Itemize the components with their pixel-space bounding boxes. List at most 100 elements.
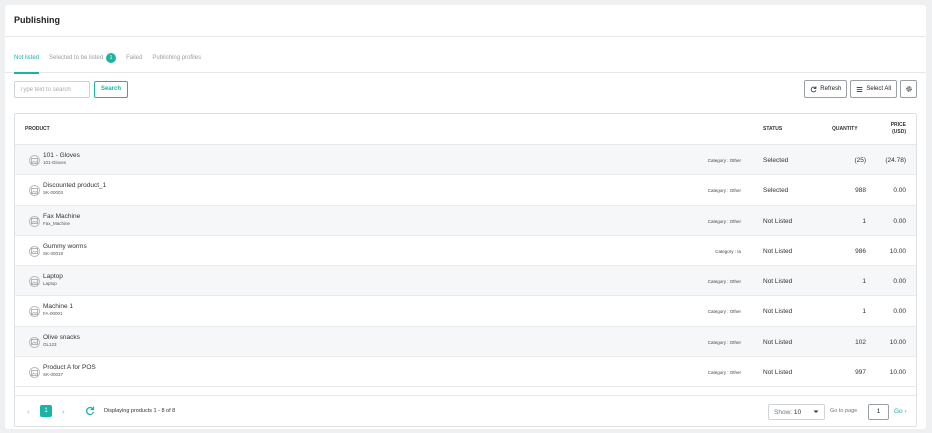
search-input[interactable] (14, 81, 90, 98)
count-badge: 1 (106, 52, 117, 63)
price-header-line: PRICE (890, 122, 906, 128)
product-category: Category : Other (707, 188, 741, 194)
table-row[interactable]: Olive snacks OL123 Category : Other Not … (15, 326, 916, 358)
go-button[interactable]: Go › (894, 408, 907, 415)
table-row[interactable]: Laptop Laptop Category : Other Not Liste… (15, 266, 916, 297)
product-quantity: 102 (855, 338, 866, 346)
tab-label: Not listed (14, 54, 40, 61)
product-category: Category : Other (707, 370, 741, 376)
product-price: 0.00 (893, 217, 906, 225)
table-row[interactable]: 101 - Gloves 101-Gloves Category : Other… (15, 145, 916, 176)
product-image-icon (29, 215, 40, 227)
column-header-price[interactable]: PRICE (USD) (891, 122, 906, 136)
table-row[interactable]: Fax Machine Fax_Machine Category : Other… (15, 205, 916, 236)
product-sku: SK-00019 (43, 250, 64, 256)
tab-label: Selected to be listed (49, 54, 104, 61)
settings-button[interactable] (900, 80, 917, 98)
toolbar: Search Refresh Select All (14, 80, 917, 99)
product-image-icon (29, 306, 40, 318)
tab-not-listed[interactable]: Not listed (14, 43, 40, 74)
page-size-value: 10 (793, 408, 802, 416)
refresh-label: Refresh (820, 86, 842, 92)
product-image-icon (29, 185, 40, 197)
product-sku: Fax_Machine (43, 220, 71, 226)
product-category: Category : Other (707, 279, 741, 285)
product-quantity: 1 (862, 217, 866, 225)
table-row[interactable]: Machine 1 FA-00001 Category : Other Not … (15, 296, 916, 327)
product-price: 10.00 (889, 247, 906, 255)
product-quantity: 986 (855, 247, 866, 255)
column-header-status[interactable]: STATUS (763, 126, 782, 132)
product-image-icon (29, 245, 40, 257)
product-status: Not Listed (763, 278, 793, 286)
products-table: PRODUCT STATUS QUANTITY PRICE (USD) 101 … (14, 113, 917, 427)
product-price: (24.78) (885, 157, 906, 164)
price-header-unit: (USD) (892, 129, 906, 135)
tab-label: Failed (126, 54, 143, 61)
product-price: 0.00 (893, 308, 906, 316)
product-sku: FA-00001 (43, 311, 63, 317)
publishing-panel: Publishing Not listed Selected to be lis… (5, 5, 926, 429)
toolbar-actions: Refresh Select All (804, 80, 917, 98)
table-body: 101 - Gloves 101-Gloves Category : Other… (15, 145, 916, 388)
product-price: 10.00 (889, 369, 906, 377)
page-header: Publishing (5, 5, 926, 37)
go-label: Go (894, 408, 903, 415)
product-image-icon (29, 367, 40, 379)
product-category: Category : Other (707, 309, 741, 315)
product-sku: SK-00037 (43, 372, 64, 378)
product-price: 10.00 (889, 338, 906, 346)
select-all-button[interactable]: Select All (850, 80, 897, 98)
page-size-value-wrap: Show: 10 (774, 409, 801, 416)
product-quantity: 1 (862, 278, 866, 286)
product-status: Selected (763, 187, 789, 195)
page-size-label: Show: (774, 408, 793, 416)
goto-page-input[interactable]: 1 (868, 404, 889, 420)
product-quantity: 988 (855, 187, 866, 195)
product-status: Not Listed (763, 338, 793, 346)
search-button[interactable]: Search (94, 81, 128, 98)
product-name: Olive snacks (43, 333, 80, 341)
product-status: Selected (763, 157, 789, 164)
tab-selected-to-be-listed[interactable]: Selected to be listed 1 (49, 43, 117, 73)
current-page-button[interactable]: 1 (40, 405, 52, 417)
product-sku: 101-Gloves (43, 160, 67, 165)
table-row[interactable]: Gummy worms SK-00019 Category : Ia Not L… (15, 236, 916, 267)
page-size-select[interactable]: Show: 10 (768, 404, 825, 420)
tab-bar: Not listed Selected to be listed 1 Faile… (5, 43, 926, 74)
table-header: PRODUCT STATUS QUANTITY PRICE (USD) (15, 114, 916, 145)
product-image-icon (29, 336, 40, 348)
next-page-button[interactable]: › (62, 407, 65, 416)
product-quantity: 1 (862, 308, 866, 316)
previous-page-button[interactable]: ‹ (27, 407, 30, 416)
product-image-icon (29, 276, 40, 288)
displaying-summary: Displaying products 1 - 8 of 8 (104, 408, 176, 414)
gear-icon (905, 86, 912, 92)
product-status: Not Listed (763, 369, 793, 377)
refresh-icon[interactable] (85, 406, 95, 416)
product-image-icon (29, 155, 40, 166)
product-name: Product A for POS (43, 364, 96, 372)
refresh-icon (811, 85, 817, 92)
product-name: Machine 1 (43, 303, 73, 311)
product-category: Category : Other (707, 218, 741, 224)
table-row[interactable]: Product A for POS SK-00037 Category : Ot… (15, 357, 916, 388)
product-sku: OL123 (43, 341, 57, 347)
select-all-label: Select All (866, 86, 891, 92)
refresh-button[interactable]: Refresh (804, 80, 848, 98)
product-price: 0.00 (893, 278, 906, 286)
table-row[interactable]: Discounted product_1 SK-00003 Category :… (15, 175, 916, 206)
tab-publishing-profiles[interactable]: Publishing profiles (152, 43, 201, 73)
product-category: Category : Ia (715, 248, 741, 254)
product-status: Not Listed (763, 247, 793, 255)
product-category: Category : Other (707, 158, 741, 163)
product-status: Not Listed (763, 217, 793, 225)
column-header-quantity[interactable]: QUANTITY (832, 126, 858, 132)
tab-label: Publishing profiles (152, 54, 202, 61)
tab-failed[interactable]: Failed (126, 43, 142, 73)
product-name: Discounted product_1 (43, 182, 107, 190)
column-header-product[interactable]: PRODUCT (25, 126, 50, 132)
product-name: Gummy worms (43, 242, 87, 250)
chevron-down-icon (813, 410, 819, 413)
product-sku: Laptop (43, 281, 57, 287)
